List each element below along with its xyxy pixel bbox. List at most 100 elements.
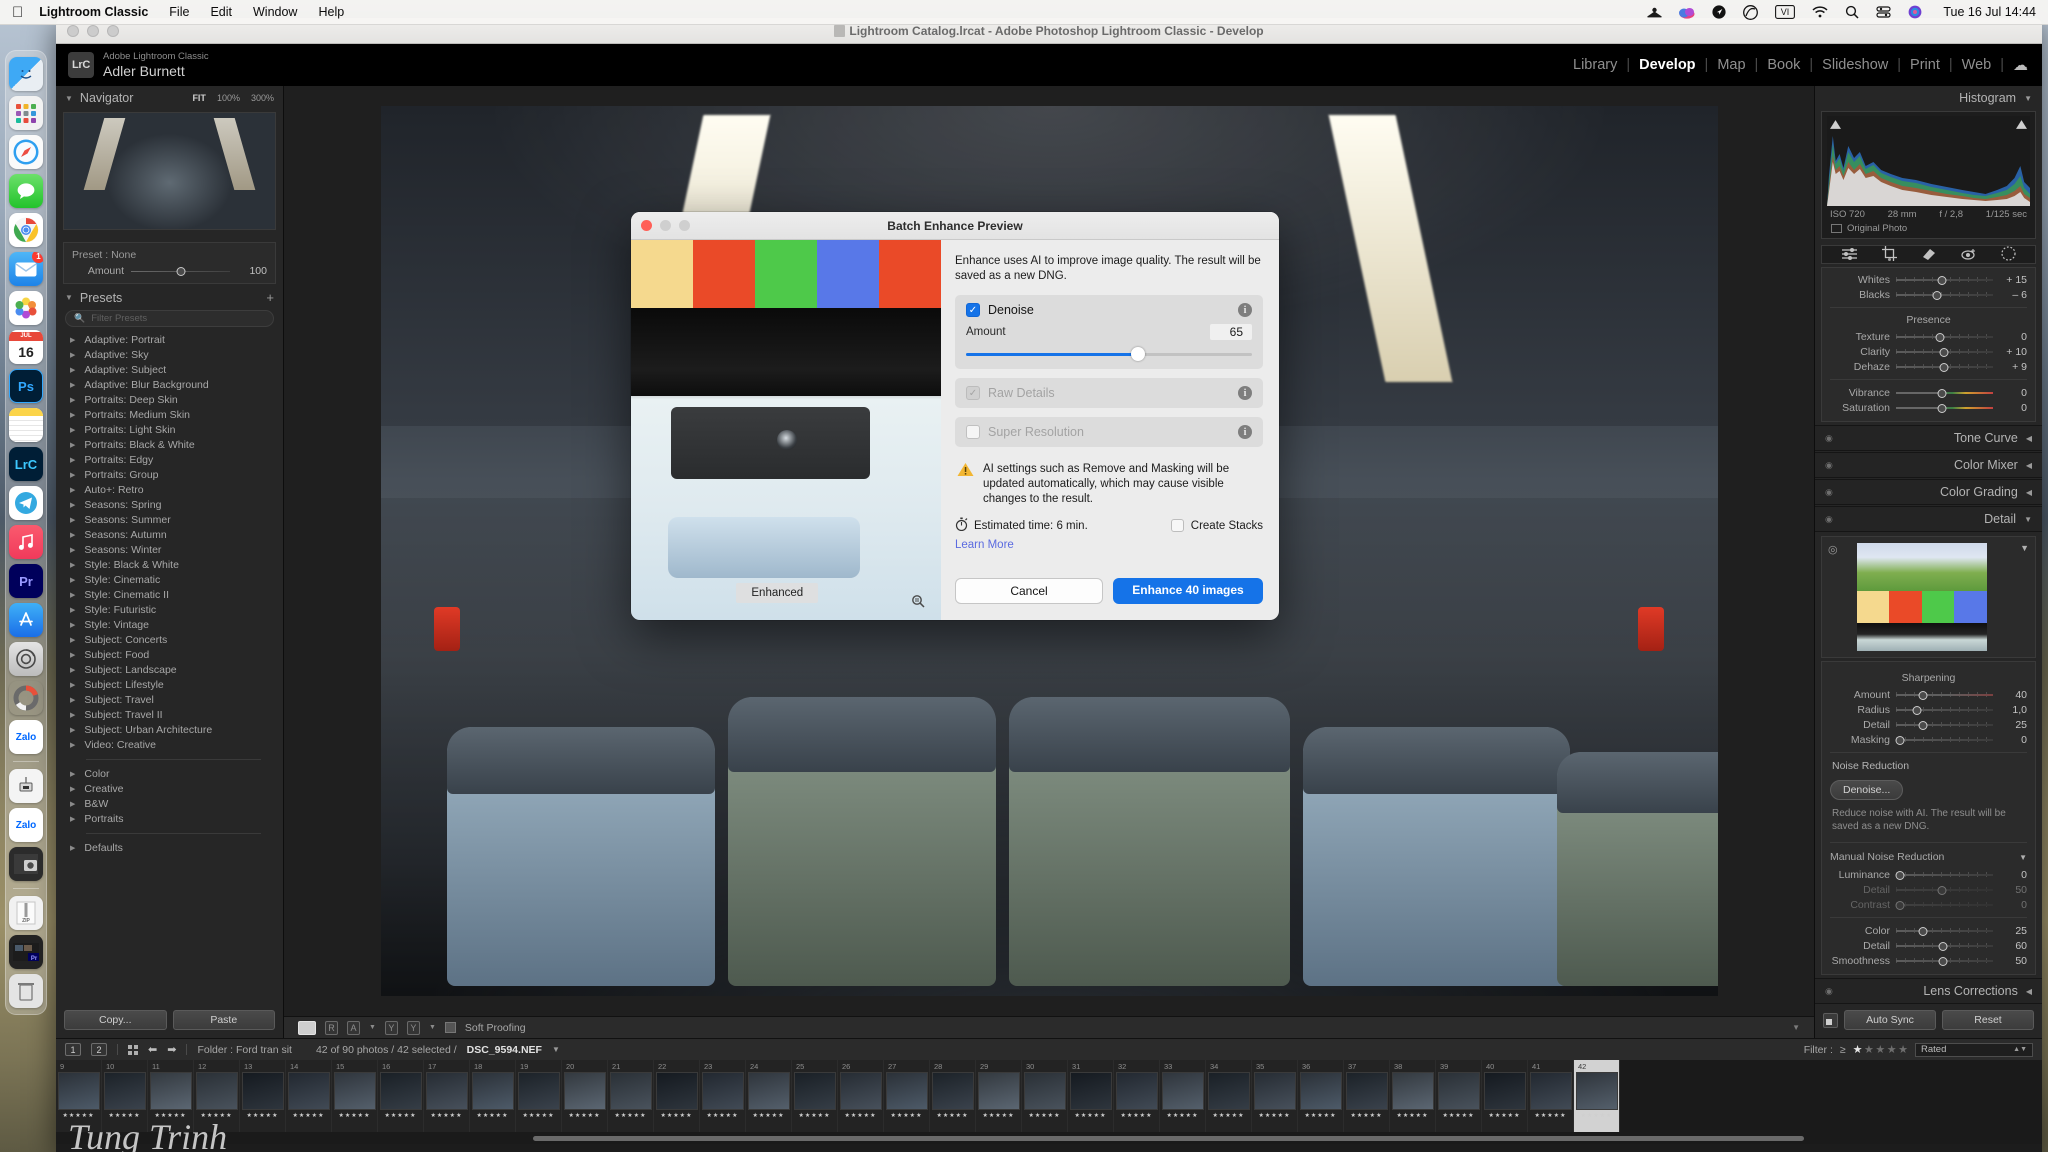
dehaze-knob[interactable] (1939, 362, 1949, 372)
dock-item-gpu-tool[interactable] (9, 769, 43, 803)
filmstrip-thumbnail[interactable]: 28 ★★★★★ (930, 1060, 976, 1132)
sync-toggle-icon[interactable] (1823, 1012, 1838, 1028)
preset-item[interactable]: ▶ Portraits: Light Skin (56, 422, 283, 437)
lum-contrast-row[interactable]: Contrast 0 (1830, 897, 2027, 912)
color-mixer-panel[interactable]: ◉ Color Mixer ◀ (1815, 452, 2042, 478)
module-web[interactable]: Web (1953, 57, 2001, 73)
menu-lightroom-classic[interactable]: Lightroom Classic (39, 5, 148, 19)
auto-sync-button[interactable]: Auto Sync (1844, 1010, 1936, 1030)
filmstrip-thumbnail[interactable]: 26 ★★★★★ (838, 1060, 884, 1132)
chevron-right-icon[interactable]: ▶ (70, 681, 75, 689)
filmstrip-thumbnail[interactable]: 15 ★★★★★ (332, 1060, 378, 1132)
eye-icon-detail[interactable]: ◉ (1825, 514, 1833, 525)
chevron-right-icon[interactable]: ▶ (70, 815, 75, 823)
blacks-slider[interactable] (1896, 289, 1993, 300)
whites-slider[interactable] (1896, 274, 1993, 285)
filmstrip-thumbnail[interactable]: 38 ★★★★★ (1390, 1060, 1436, 1132)
compare-ra-button[interactable]: R (325, 1020, 338, 1035)
preset-item[interactable]: ▶ Subject: Food (56, 647, 283, 662)
histogram-graph[interactable] (1827, 116, 2030, 206)
vibrance-slider[interactable] (1896, 387, 1993, 398)
preset-item[interactable]: ▶ Adaptive: Sky (56, 347, 283, 362)
dock-item-premiere-project[interactable]: Pr (9, 935, 43, 969)
dock-item-disk-usage[interactable] (9, 681, 43, 715)
chevron-right-icon[interactable]: ▶ (70, 726, 75, 734)
heal-icon[interactable] (1921, 247, 1937, 263)
enhance-preview[interactable]: Enhanced (631, 240, 941, 620)
identity-plate[interactable]: LrC Adobe Lightroom Classic Adler Burnet… (56, 51, 209, 79)
chevron-down-icon-yy[interactable]: ▼ (429, 1024, 436, 1031)
view-1-button[interactable]: 1 (65, 1043, 81, 1056)
chevron-right-icon[interactable]: ▶ (70, 696, 75, 704)
chevron-right-icon[interactable]: ▶ (70, 336, 75, 344)
sharp-detail-row[interactable]: Detail 25 (1830, 717, 2027, 732)
denoise-option[interactable]: ✓ Denoise i Amount 65 (955, 295, 1263, 369)
sharp-amount-slider[interactable] (1896, 689, 1993, 700)
preset-item[interactable]: ▶ Portraits (56, 811, 283, 826)
chevron-right-icon[interactable]: ▶ (70, 621, 75, 629)
preset-item[interactable]: ▶ Auto+: Retro (56, 482, 283, 497)
filmstrip-scrollbar[interactable] (56, 1135, 2042, 1142)
denoise-amount-value[interactable]: 65 (1210, 324, 1252, 340)
dialog-title-bar[interactable]: Batch Enhance Preview (631, 212, 1279, 240)
vi-input-icon[interactable]: VI (1775, 5, 1796, 19)
filmstrip-thumbnail[interactable]: 37 ★★★★★ (1344, 1060, 1390, 1132)
copy-button[interactable]: Copy... (64, 1010, 167, 1030)
filmstrip-thumbnail[interactable]: 19 ★★★★★ (516, 1060, 562, 1132)
texture-knob[interactable] (1935, 332, 1945, 342)
dock-item-finder[interactable] (9, 57, 43, 91)
module-book[interactable]: Book (1758, 57, 1809, 73)
chevron-right-icon[interactable]: ▶ (70, 366, 75, 374)
dock-item-zalo-doc[interactable]: Zalo (9, 808, 43, 842)
arrow-right-icon[interactable]: ➡ (167, 1043, 176, 1056)
module-library[interactable]: Library (1564, 57, 1626, 73)
chevron-right-icon[interactable]: ▶ (70, 741, 75, 749)
preset-item[interactable]: ▶ Video: Creative (56, 737, 283, 752)
chevron-right-icon[interactable]: ▶ (70, 486, 75, 494)
eye-icon-tone-curve[interactable]: ◉ (1825, 433, 1833, 444)
preset-item[interactable]: ▶ Subject: Lifestyle (56, 677, 283, 692)
menu-clock[interactable]: Tue 16 Jul 14:44 (1943, 5, 2036, 19)
dock-item-app-store[interactable] (9, 603, 43, 637)
enhanced-badge[interactable]: Enhanced (736, 582, 819, 603)
create-stacks-wrapper[interactable]: Create Stacks (1170, 519, 1263, 532)
creative-cloud-icon[interactable] (1743, 4, 1759, 20)
eye-icon-lens[interactable]: ◉ (1825, 986, 1833, 997)
dock-item-chrome[interactable] (9, 213, 43, 247)
smoothness-slider[interactable] (1896, 955, 1993, 966)
dock-item-zip-file[interactable]: ZIP (9, 896, 43, 930)
grid-icon[interactable] (128, 1044, 138, 1055)
filmstrip-thumbnail[interactable]: 16 ★★★★★ (378, 1060, 424, 1132)
filmstrip-thumbnail[interactable]: 20 ★★★★★ (562, 1060, 608, 1132)
filmstrip-thumbnail[interactable]: 42 ★★★★★ (1574, 1060, 1620, 1132)
preset-item[interactable]: ▶ Portraits: Deep Skin (56, 392, 283, 407)
chevron-right-icon[interactable]: ▶ (70, 516, 75, 524)
chevron-right-icon[interactable]: ▶ (70, 636, 75, 644)
chevron-right-icon[interactable]: ▶ (70, 770, 75, 778)
denoise-button[interactable]: Denoise... (1830, 780, 1904, 800)
chevron-right-icon[interactable]: ▶ (70, 711, 75, 719)
preset-item[interactable]: ▶ Style: Cinematic (56, 572, 283, 587)
chevron-right-icon[interactable]: ▶ (70, 651, 75, 659)
create-stacks-checkbox[interactable] (1170, 519, 1184, 532)
filmstrip-thumbnail[interactable]: 14 ★★★★★ (286, 1060, 332, 1132)
chevron-right-icon[interactable]: ▶ (70, 785, 75, 793)
control-center-icon[interactable] (1876, 5, 1891, 19)
batch-enhance-dialog[interactable]: Batch Enhance Preview Enhanced Enhance u… (631, 212, 1279, 620)
filmstrip-thumbnail[interactable]: 35 ★★★★★ (1252, 1060, 1298, 1132)
filmstrip-thumbnail[interactable]: 33 ★★★★★ (1160, 1060, 1206, 1132)
chevron-right-icon[interactable]: ▶ (70, 531, 75, 539)
filmstrip-thumbnail[interactable]: 25 ★★★★★ (792, 1060, 838, 1132)
rated-select[interactable]: Rated ▲▼ (1915, 1042, 2033, 1057)
dock-item-messages[interactable] (9, 174, 43, 208)
learn-more-link[interactable]: Learn More (955, 539, 1263, 551)
lens-corrections-panel[interactable]: ◉ Lens Corrections ◀ (1815, 978, 2042, 1004)
filmstrip-thumbnail[interactable]: 9 ★★★★★ (56, 1060, 102, 1132)
chevron-right-icon[interactable]: ▶ (70, 396, 75, 404)
dock-item-calendar[interactable]: JUL 16 (9, 330, 43, 364)
sd-knob[interactable] (1918, 720, 1928, 730)
survey-y2-button[interactable]: Y (406, 1020, 420, 1035)
preset-item[interactable]: ▶ Portraits: Group (56, 467, 283, 482)
preset-item[interactable]: ▶ Adaptive: Portrait (56, 332, 283, 347)
chevron-down-icon-histogram[interactable]: ▼ (2024, 94, 2032, 103)
